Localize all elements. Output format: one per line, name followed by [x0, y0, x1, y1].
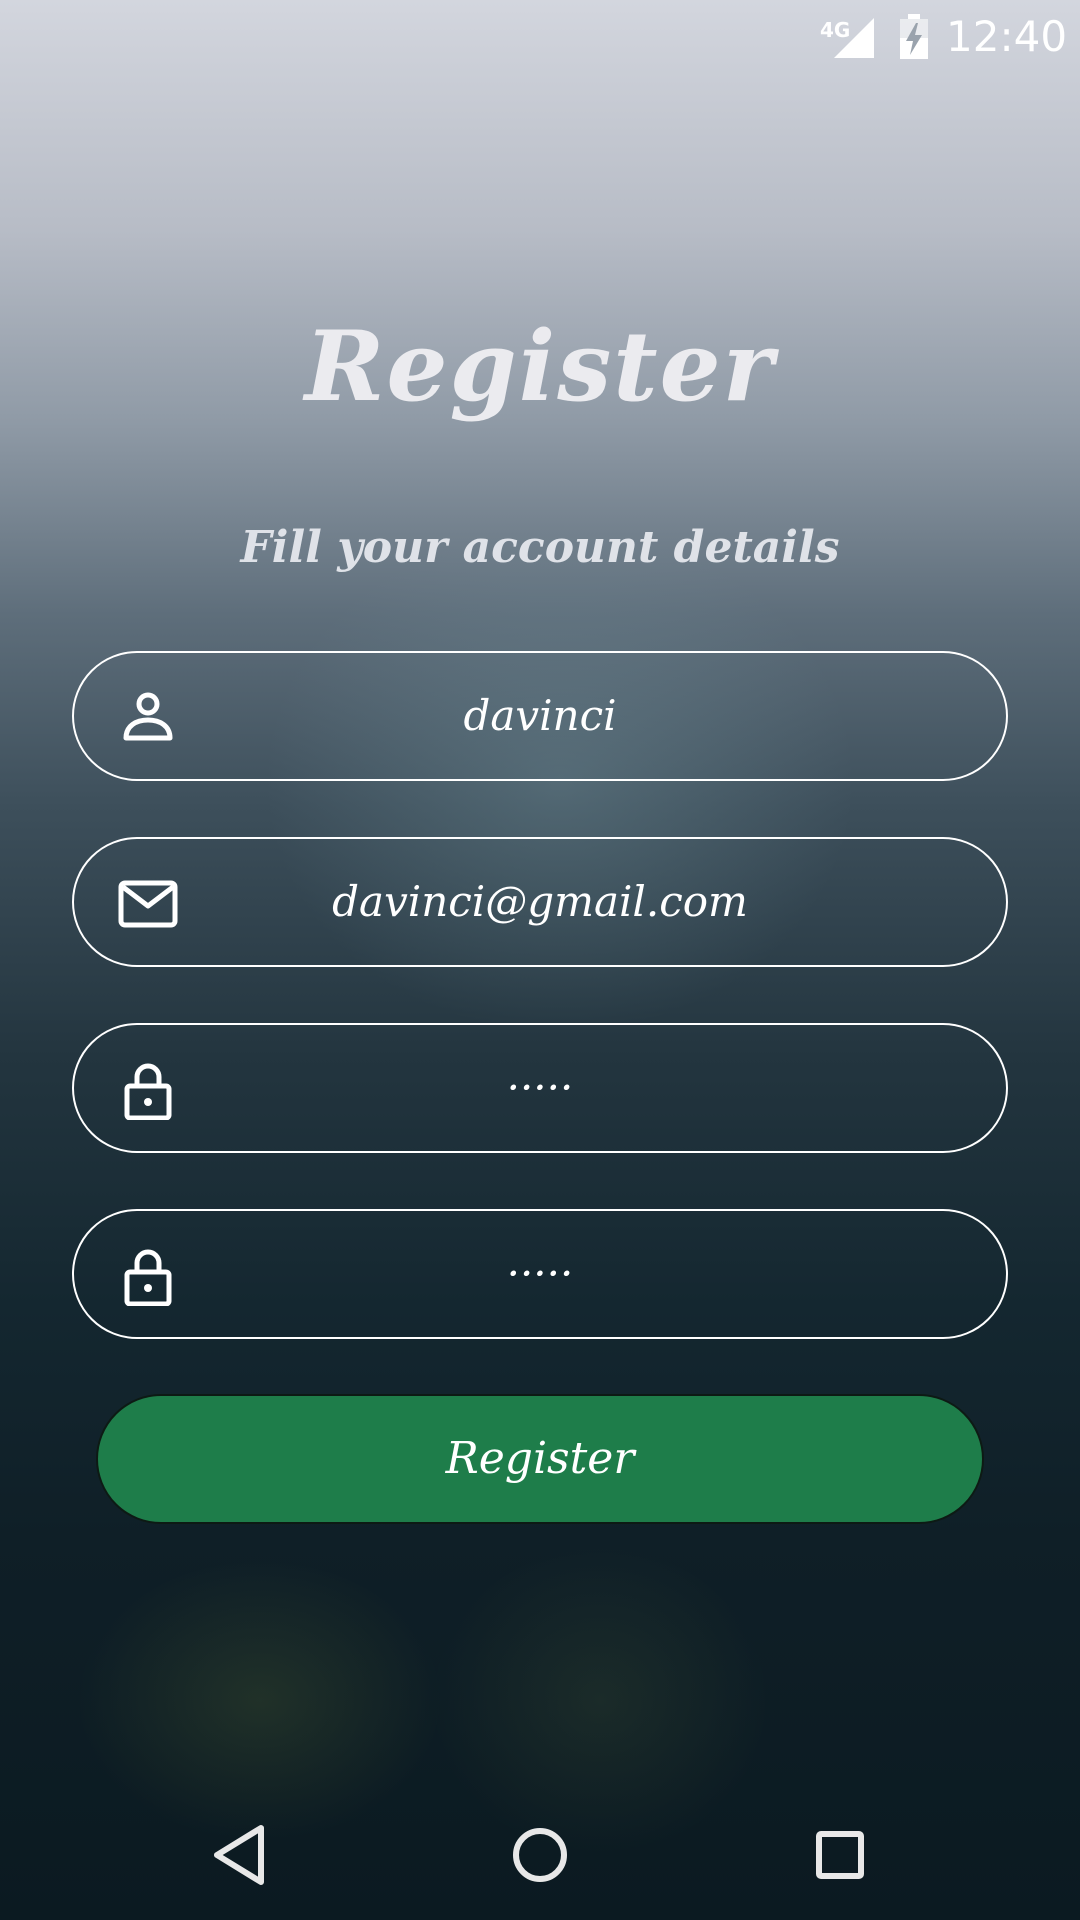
email-field[interactable]: davinci@gmail.com	[72, 837, 1008, 967]
recents-icon[interactable]	[795, 1810, 885, 1900]
confirm-password-value: ·····	[506, 1249, 574, 1298]
register-button[interactable]: Register	[96, 1394, 984, 1524]
page-subtitle: Fill your account details	[240, 522, 840, 573]
home-icon[interactable]	[495, 1810, 585, 1900]
back-icon[interactable]	[195, 1810, 285, 1900]
status-bar: 4G 12:40	[0, 0, 1080, 78]
signal-icon	[834, 18, 874, 58]
username-value: davinci	[463, 691, 617, 740]
password-field[interactable]: ·····	[72, 1023, 1008, 1153]
clock: 12:40	[946, 12, 1068, 61]
navigation-bar	[0, 1788, 1080, 1920]
battery-charging-icon	[900, 14, 928, 59]
username-field[interactable]: davinci	[72, 651, 1008, 781]
password-value: ·····	[506, 1063, 574, 1112]
email-value: davinci@gmail.com	[332, 877, 748, 926]
confirm-password-field[interactable]: ·····	[72, 1209, 1008, 1339]
page-title: Register	[304, 310, 776, 423]
